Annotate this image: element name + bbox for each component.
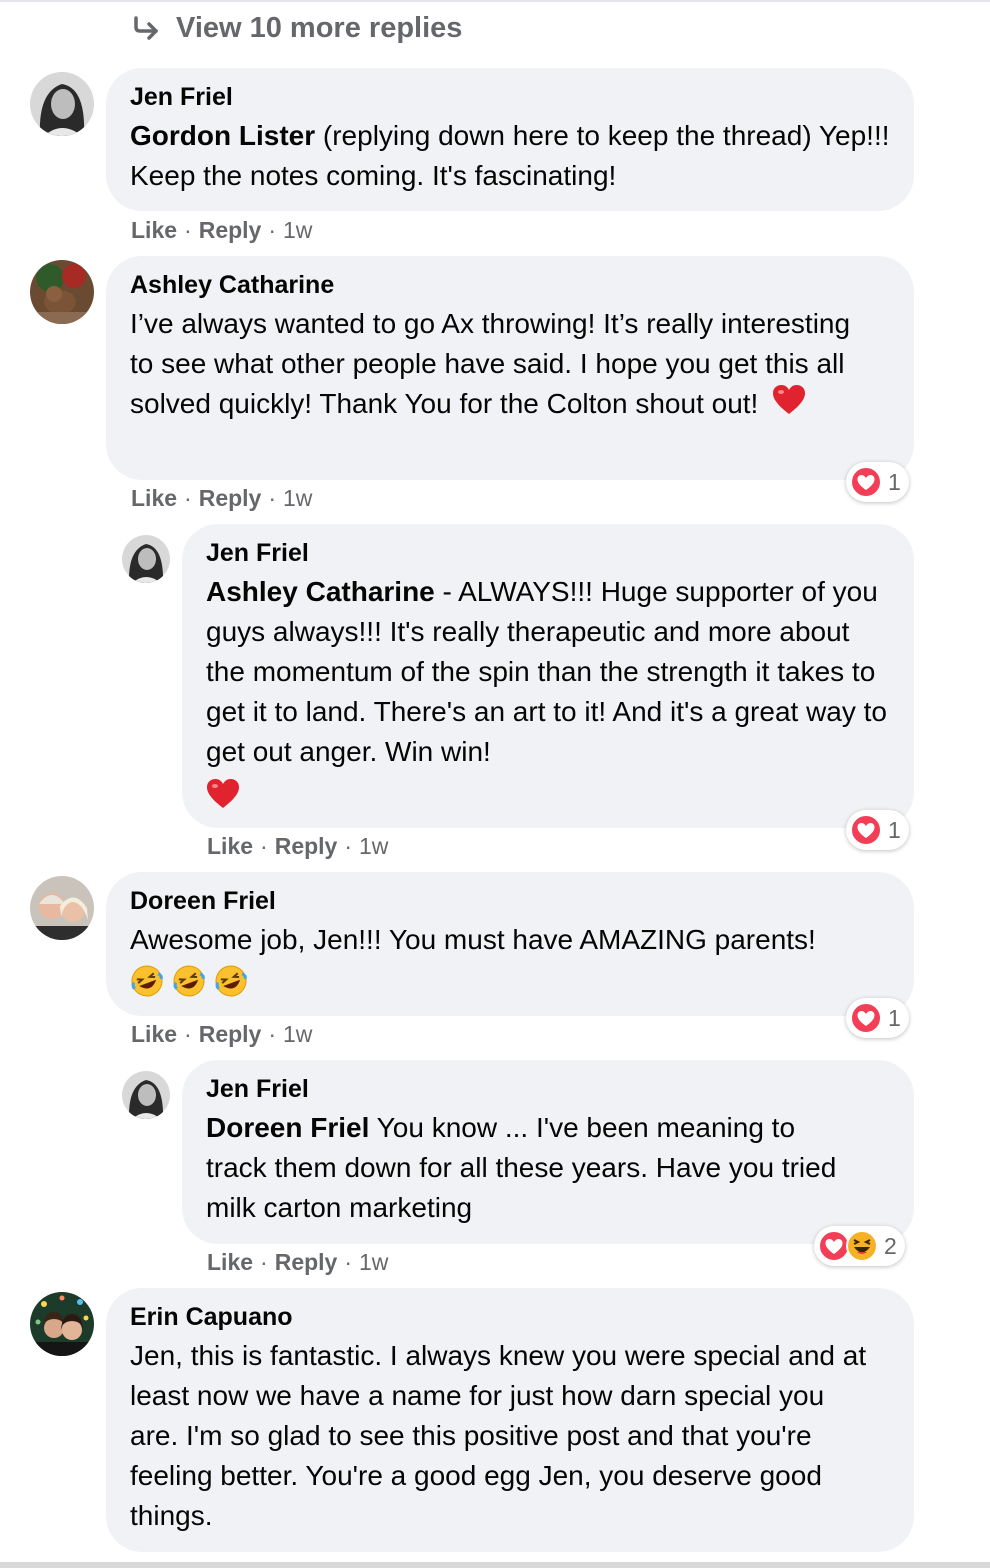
bottom-edge — [0, 1562, 990, 1568]
reaction-count: 1 — [888, 1004, 901, 1031]
comment-text: I’ve always wanted to go Ax throwing! It… — [130, 304, 890, 427]
comment-actions: Like · Reply · 1w — [131, 216, 313, 244]
heart-emoji-icon — [206, 778, 240, 821]
like-button[interactable]: Like — [131, 216, 177, 244]
comment-author[interactable]: Jen Friel — [130, 84, 890, 110]
rofl-emojis — [130, 964, 890, 1009]
comment-actions: Like · Reply · 1w — [207, 832, 389, 860]
timestamp[interactable]: 1w — [283, 484, 312, 512]
mention-link[interactable]: Doreen Friel — [206, 1112, 369, 1143]
comment-bubble: Ashley Catharine I’ve always wanted to g… — [106, 256, 914, 480]
reaction-count: 2 — [884, 1232, 897, 1259]
reaction-summary[interactable]: 1 — [846, 462, 909, 502]
reply-button[interactable]: Reply — [199, 1020, 262, 1048]
view-more-replies-link[interactable]: View 10 more replies — [132, 8, 462, 48]
comment-bubble: Jen Friel Gordon Lister (replying down h… — [106, 68, 914, 211]
reaction-count: 1 — [888, 468, 901, 495]
comment-bubble: Erin Capuano Jen, this is fantastic. I a… — [106, 1288, 914, 1552]
comment-actions: Like · Reply · 1w — [131, 484, 313, 512]
comment-text: Gordon Lister (replying down here to kee… — [130, 120, 890, 191]
comment-author[interactable]: Doreen Friel — [130, 888, 890, 914]
rofl-emoji-icon — [130, 964, 164, 1009]
comment-bubble: Doreen Friel Awesome job, Jen!!! You mus… — [106, 872, 914, 1016]
comment-text: Doreen Friel You know ... I've been mean… — [206, 1112, 837, 1223]
comment-bubble: Jen Friel Ashley Catharine - ALWAYS!!! H… — [182, 524, 914, 828]
rofl-emoji-icon — [172, 964, 206, 1009]
reply-button[interactable]: Reply — [199, 216, 262, 244]
like-button[interactable]: Like — [207, 1248, 253, 1276]
comment-author[interactable]: Ashley Catharine — [130, 272, 890, 298]
like-button[interactable]: Like — [131, 484, 177, 512]
timestamp[interactable]: 1w — [359, 832, 388, 860]
top-divider — [0, 0, 990, 2]
avatar[interactable] — [30, 876, 94, 940]
comment-author[interactable]: Erin Capuano — [130, 1304, 890, 1330]
avatar[interactable] — [122, 535, 170, 583]
reaction-summary[interactable]: 1 — [846, 998, 909, 1038]
love-reaction-icon — [850, 1002, 882, 1034]
avatar[interactable] — [30, 1292, 94, 1356]
reaction-summary[interactable]: 1 — [846, 810, 909, 850]
reply-button[interactable]: Reply — [275, 1248, 338, 1276]
avatar[interactable] — [122, 1071, 170, 1119]
comment-author[interactable]: Jen Friel — [206, 540, 890, 566]
rofl-emoji-icon — [214, 964, 248, 1009]
comment-bubble: Jen Friel Doreen Friel You know ... I've… — [182, 1060, 914, 1244]
comment-text: Jen, this is fantastic. I always knew yo… — [130, 1340, 867, 1531]
timestamp[interactable]: 1w — [283, 216, 312, 244]
reply-arrow-icon — [132, 15, 162, 41]
reaction-count: 1 — [888, 816, 901, 843]
timestamp[interactable]: 1w — [283, 1020, 312, 1048]
comment-actions: Like · Reply · 1w — [207, 1248, 389, 1276]
mention-link[interactable]: Gordon Lister — [130, 120, 315, 151]
comment-actions: Like · Reply · 1w — [131, 1020, 313, 1048]
timestamp[interactable]: 1w — [359, 1248, 388, 1276]
comment-text: Ashley Catharine - ALWAYS!!! Huge suppor… — [206, 572, 890, 821]
avatar[interactable] — [30, 260, 94, 324]
like-button[interactable]: Like — [131, 1020, 177, 1048]
heart-emoji-icon — [772, 384, 806, 427]
comment-text: Awesome job, Jen!!! You must have AMAZIN… — [130, 920, 890, 1009]
reaction-summary[interactable]: 2 — [814, 1226, 905, 1266]
love-reaction-icon — [850, 466, 882, 498]
avatar[interactable] — [30, 72, 94, 136]
reply-button[interactable]: Reply — [199, 484, 262, 512]
view-more-replies-label: View 10 more replies — [176, 11, 463, 44]
mention-link[interactable]: Ashley Catharine — [206, 576, 435, 607]
reply-button[interactable]: Reply — [275, 832, 338, 860]
love-reaction-icon — [850, 814, 882, 846]
like-button[interactable]: Like — [207, 832, 253, 860]
comment-author[interactable]: Jen Friel — [206, 1076, 890, 1102]
haha-reaction-icon — [846, 1230, 878, 1262]
